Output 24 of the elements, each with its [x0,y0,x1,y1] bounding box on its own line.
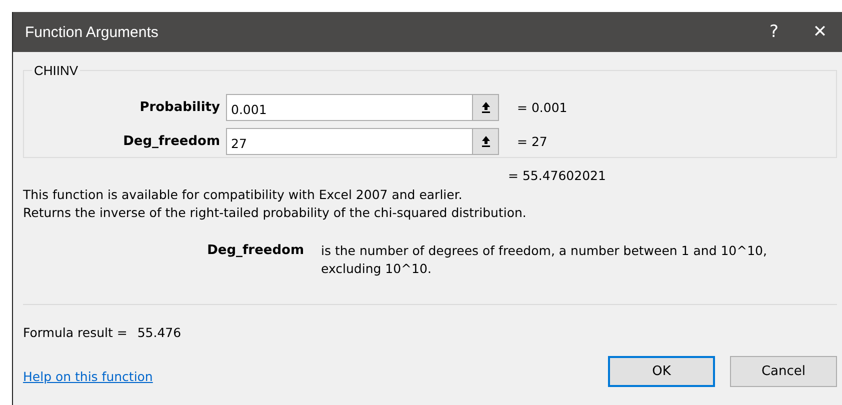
argument-label: Deg_freedom [122,134,221,148]
formula-result-label: Formula result = [23,325,128,340]
arrow-up-icon [480,135,490,147]
help-button[interactable]: ? [751,12,797,52]
help-link[interactable]: Help on this function [23,369,153,384]
function-result: = 55.47602021 [508,168,607,185]
ok-button[interactable]: OK [608,356,715,387]
collapse-button[interactable] [472,94,499,120]
arrow-up-icon [480,101,490,113]
argument-label: Probability [138,100,221,114]
window-title: Function Arguments [24,24,158,40]
group-label: CHIINV [32,63,80,78]
cancel-button[interactable]: Cancel [730,356,837,387]
description-text: This function is available for compatibility with Excel 2007 and earlier. [23,186,464,204]
input-field[interactable]: 27 [226,128,472,154]
argument-description: is the number of degrees of freedom, a number between 1 and 10^10, excluding 10^10. [321,242,768,278]
description-text: Returns the inverse of the right-tailed probability of the chi-squared distribution. [23,204,528,222]
input-field[interactable]: 0.001 [226,94,472,120]
argument-result: = 0.001 [517,100,568,114]
close-button[interactable]: ✕ [797,12,842,52]
collapse-button[interactable] [472,128,499,154]
argument-name: Deg_freedom [206,242,305,260]
formula-result-value: 55.476 [137,325,182,340]
argument-result: = 27 [517,134,548,148]
